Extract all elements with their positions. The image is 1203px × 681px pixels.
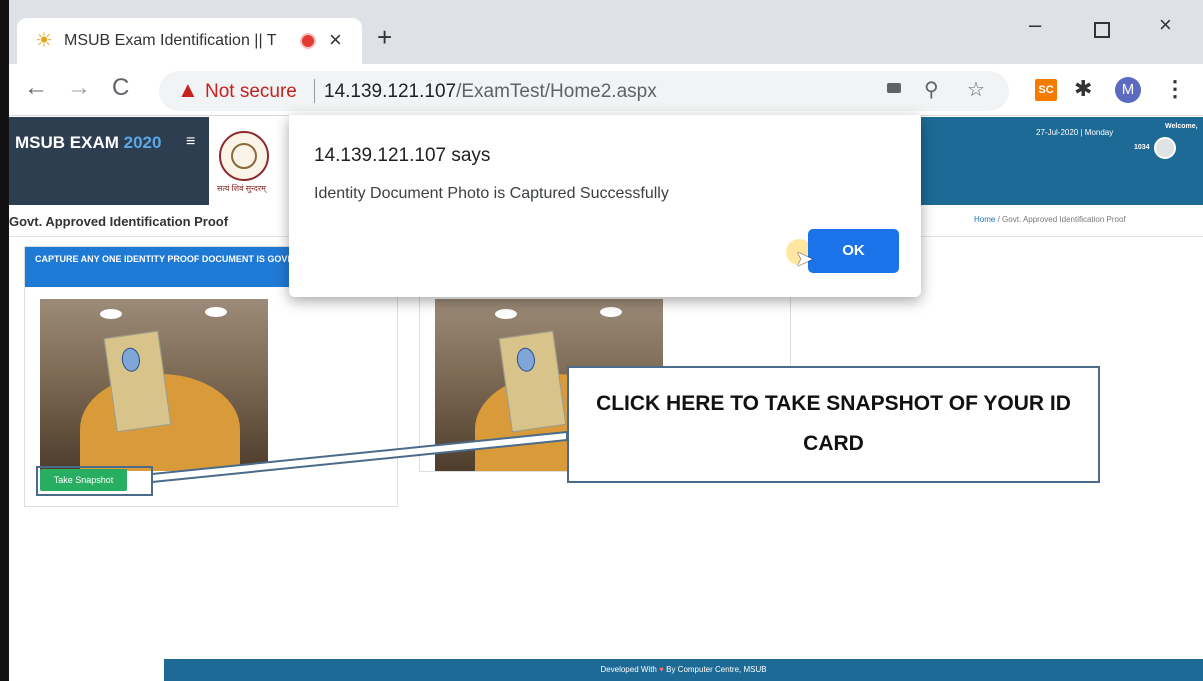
maximize-button[interactable] <box>1094 22 1110 38</box>
url-path: /ExamTest/Home2.aspx <box>456 81 657 102</box>
page-title: Govt. Approved Identification Proof <box>9 214 229 229</box>
minimize-button[interactable]: – <box>1029 12 1041 38</box>
forward-button[interactable]: → <box>67 76 91 100</box>
browser-tab[interactable]: ☀ MSUB Exam Identification || T × <box>17 18 362 64</box>
logo-caption: सत्यं शिवं सुन्दरम् <box>217 184 266 193</box>
security-status[interactable]: Not secure <box>205 81 297 103</box>
header-date: 27-Jul-2020 | Monday <box>1036 128 1114 137</box>
sc-extension-icon[interactable]: SC <box>1035 79 1057 101</box>
heart-icon: ♥ <box>659 665 664 674</box>
logo-emblem <box>231 143 257 169</box>
screen: ☀ MSUB Exam Identification || T × + – × … <box>0 0 1203 681</box>
camera-icon[interactable] <box>887 83 901 93</box>
callout-text: CLICK HERE TO TAKE SNAPSHOT OF YOUR ID C… <box>596 392 1071 455</box>
hamburger-menu-icon[interactable]: ≡ <box>186 133 195 151</box>
ceiling-light <box>495 309 517 319</box>
page-footer: Developed With ♥ By Computer Centre, MSU… <box>164 659 1203 681</box>
window-edge <box>0 0 9 681</box>
omnibox-divider <box>314 79 315 103</box>
logo-seal <box>219 131 269 181</box>
ceiling-light <box>100 309 122 319</box>
profile-avatar[interactable]: M <box>1115 77 1141 103</box>
breadcrumb: Home / Govt. Approved Identification Pro… <box>974 215 1126 224</box>
tab-title: MSUB Exam Identification || T <box>64 32 277 49</box>
ceiling-light <box>205 307 227 317</box>
url-text[interactable]: 14.139.121.107/ExamTest/Home2.aspx <box>324 81 657 103</box>
university-logo: सत्यं शिवं सुन्दरम् <box>209 117 294 205</box>
breadcrumb-current: Govt. Approved Identification Proof <box>1002 215 1126 224</box>
mouse-cursor-icon: ➤ <box>795 246 814 271</box>
address-bar[interactable]: ▲ Not secure 14.139.121.107/ExamTest/Hom… <box>159 71 1009 111</box>
close-window-button[interactable]: × <box>1159 12 1172 38</box>
webcam-preview <box>40 299 268 471</box>
sun-favicon-icon: ☀ <box>35 30 53 52</box>
footer-suffix: By Computer Centre, MSUB <box>666 665 767 674</box>
user-id: 1034 <box>1134 144 1150 151</box>
brand-name: MSUB EXAM <box>15 133 119 152</box>
puzzle-icon[interactable]: ✱ <box>1074 76 1092 102</box>
reload-button[interactable]: C <box>112 76 129 100</box>
blurred-face <box>515 346 537 373</box>
alert-message: Identity Document Photo is Captured Succ… <box>314 185 669 202</box>
alert-title: 14.139.121.107 says <box>314 145 491 166</box>
browser-toolbar: ← → C ▲ Not secure 14.139.121.107/ExamTe… <box>9 64 1203 116</box>
star-icon[interactable]: ☆ <box>967 79 985 101</box>
instruction-callout: CLICK HERE TO TAKE SNAPSHOT OF YOUR ID C… <box>567 366 1100 483</box>
ok-button[interactable]: OK <box>808 229 899 273</box>
recording-icon <box>300 33 316 49</box>
warning-icon: ▲ <box>177 77 199 102</box>
url-host: 14.139.121.107 <box>324 81 457 102</box>
welcome-text: Welcome, <box>1165 123 1198 130</box>
tab-close-button[interactable]: × <box>329 27 342 53</box>
alert-dialog: 14.139.121.107 says Identity Document Ph… <box>289 115 921 297</box>
back-button[interactable]: ← <box>24 76 48 100</box>
user-avatar-icon[interactable] <box>1154 137 1176 159</box>
browser-tab-strip: ☀ MSUB Exam Identification || T × + – × <box>9 0 1203 64</box>
breadcrumb-home-link[interactable]: Home <box>974 215 995 224</box>
new-tab-button[interactable]: + <box>377 24 392 50</box>
brand-title: MSUB EXAM 2020 <box>15 133 161 153</box>
browser-menu-icon[interactable]: ⋮ <box>1164 76 1186 102</box>
ceiling-light <box>600 307 622 317</box>
blurred-face <box>120 346 142 373</box>
breadcrumb-separator: / <box>997 215 1000 224</box>
brand-block: MSUB EXAM 2020 ≡ <box>9 117 209 205</box>
brand-year: 2020 <box>123 133 162 152</box>
footer-prefix: Developed With <box>600 665 657 674</box>
zoom-icon[interactable]: ⚲ <box>924 79 939 101</box>
take-snapshot-button[interactable]: Take Snapshot <box>40 469 127 491</box>
